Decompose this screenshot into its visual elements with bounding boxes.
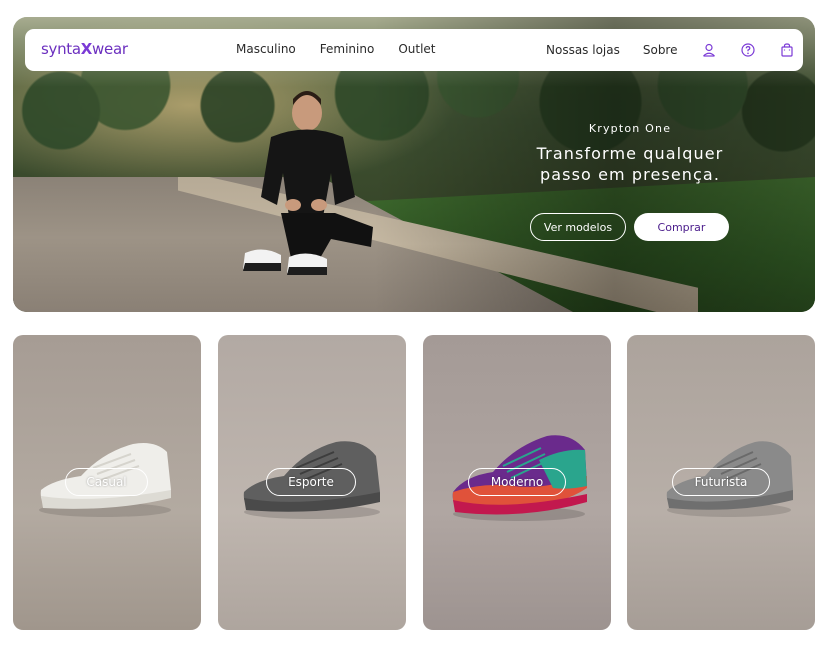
nav-link-outlet[interactable]: Outlet [398, 42, 435, 56]
category-card-moderno[interactable]: Moderno [423, 335, 611, 630]
primary-nav: Masculino Feminino Outlet [236, 42, 436, 56]
hero-headline-line-2: passo em presença. [539, 165, 721, 184]
comprar-button[interactable]: Comprar [634, 213, 729, 241]
category-card-esporte[interactable]: Esporte [218, 335, 406, 630]
brand-logo[interactable]: syntaXwear [41, 40, 128, 58]
category-futurista-button[interactable]: Futurista [672, 468, 770, 496]
hero-headline: Transforme qualquer passo em presença. [520, 143, 740, 185]
hero-eyebrow: Krypton One [588, 122, 672, 135]
help-icon[interactable] [740, 42, 756, 58]
category-card-casual[interactable]: Casual [13, 335, 201, 630]
category-card-futurista[interactable]: Futurista [627, 335, 815, 630]
nav-link-nossas-lojas[interactable]: Nossas lojas [546, 43, 620, 57]
nav-link-sobre[interactable]: Sobre [643, 43, 678, 57]
nav-link-feminino[interactable]: Feminino [320, 42, 375, 56]
ver-modelos-button[interactable]: Ver modelos [530, 213, 626, 241]
category-esporte-button[interactable]: Esporte [266, 468, 356, 496]
category-casual-button[interactable]: Casual [65, 468, 148, 496]
shopping-bag-icon[interactable] [779, 42, 795, 58]
secondary-nav: Nossas lojas Sobre [546, 42, 795, 58]
hero-copy: Krypton One Transforme qualquer passo em… [520, 122, 740, 185]
hero-headline-line-1: Transforme qualquer [536, 144, 724, 163]
hero-actions: Ver modelos Comprar [530, 213, 729, 241]
user-icon[interactable] [701, 42, 717, 58]
nav-link-masculino[interactable]: Masculino [236, 42, 296, 56]
category-moderno-button[interactable]: Moderno [468, 468, 566, 496]
top-navbar: syntaXwear Masculino Feminino Outlet Nos… [25, 29, 803, 71]
